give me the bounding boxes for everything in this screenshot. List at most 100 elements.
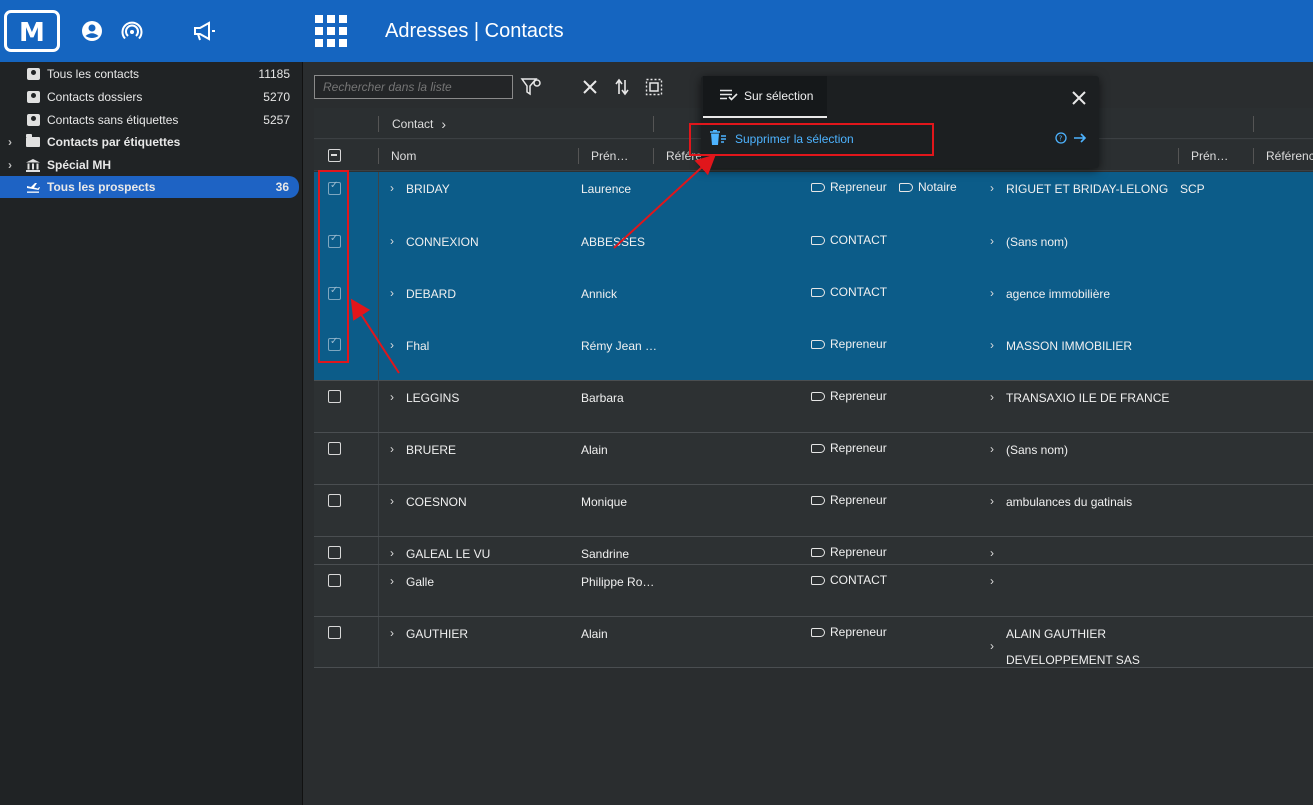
table-row[interactable]: › GALEAL LE VU Sandrine Repreneur › bbox=[314, 537, 1313, 565]
expand-row-icon[interactable]: › bbox=[390, 234, 394, 248]
broadcast-icon[interactable] bbox=[119, 18, 145, 44]
cell-prenom: Philippe Ro… bbox=[581, 575, 655, 589]
help-icon[interactable]: ? bbox=[1055, 132, 1067, 147]
cell-prenom: Barbara bbox=[581, 391, 624, 405]
filter-settings-icon[interactable] bbox=[520, 76, 542, 98]
tag-badge[interactable]: Repreneur bbox=[811, 493, 887, 507]
sidebar-item-label: Spécial MH bbox=[47, 158, 112, 172]
user-account-icon[interactable] bbox=[79, 18, 105, 44]
cell-prenom: Rémy Jean … bbox=[581, 339, 658, 353]
expand-company-icon[interactable]: › bbox=[990, 546, 994, 560]
chevron-right-icon[interactable]: › bbox=[8, 135, 20, 149]
tag-badge[interactable]: Repreneur bbox=[811, 389, 887, 403]
tag-badge[interactable]: CONTACT bbox=[811, 233, 887, 247]
sidebar-item-untagged-contacts[interactable]: Contacts sans étiquettes 5257 bbox=[0, 109, 300, 131]
clear-selection-icon[interactable] bbox=[579, 76, 601, 98]
expand-company-icon[interactable]: › bbox=[990, 234, 994, 248]
cell-prenom: Alain bbox=[581, 443, 608, 457]
megaphone-icon[interactable] bbox=[191, 18, 217, 44]
tag-badge[interactable]: CONTACT bbox=[811, 573, 887, 587]
column-header-prenom[interactable]: Prén… bbox=[591, 140, 628, 171]
expand-company-icon[interactable]: › bbox=[990, 494, 994, 508]
tag-badge[interactable]: CONTACT bbox=[811, 285, 887, 299]
page-title: Adresses | Contacts bbox=[385, 20, 564, 42]
tag-icon bbox=[811, 339, 825, 349]
tag-icon bbox=[811, 287, 825, 297]
expand-company-icon[interactable]: › bbox=[990, 442, 994, 456]
expand-row-icon[interactable]: › bbox=[390, 390, 394, 404]
airplane-icon bbox=[26, 180, 40, 194]
table-row[interactable]: › GAUTHIER Alain Repreneur › ALAIN GAUTH… bbox=[314, 617, 1313, 668]
tag-badge[interactable]: Repreneur bbox=[811, 625, 887, 639]
sidebar-item-all-prospects[interactable]: Tous les prospects 36 bbox=[0, 176, 299, 198]
expand-company-icon[interactable]: › bbox=[990, 286, 994, 300]
row-checkbox[interactable] bbox=[328, 574, 341, 587]
column-header-prenom-2[interactable]: Prén… bbox=[1191, 140, 1228, 171]
row-checkbox[interactable] bbox=[328, 494, 341, 507]
expand-company-icon[interactable]: › bbox=[990, 639, 994, 653]
main-content: Contact › Nom Prén… Référe Prén… Référen… bbox=[314, 62, 1313, 805]
search-input[interactable] bbox=[314, 75, 513, 99]
table-row[interactable]: › LEGGINS Barbara Repreneur › TRANSAXIO … bbox=[314, 381, 1313, 433]
table-row[interactable]: › BRIDAY Laurence Repreneur Notaire › RI… bbox=[314, 172, 1313, 224]
column-header-reference-2[interactable]: Référenc bbox=[1266, 140, 1313, 171]
expand-row-icon[interactable]: › bbox=[390, 181, 394, 195]
expand-row-icon[interactable]: › bbox=[390, 574, 394, 588]
table-row[interactable]: › Fhal Rémy Jean … Repreneur › MASSON IM… bbox=[314, 328, 1313, 381]
close-icon[interactable] bbox=[1071, 86, 1087, 112]
sidebar-item-label: Tous les prospects bbox=[47, 180, 156, 194]
tag-icon bbox=[811, 575, 825, 585]
expand-company-icon[interactable]: › bbox=[990, 181, 994, 195]
table-row[interactable]: › COESNON Monique Repreneur › ambulances… bbox=[314, 485, 1313, 537]
expand-company-icon[interactable]: › bbox=[990, 574, 994, 588]
expand-company-icon[interactable]: › bbox=[990, 338, 994, 352]
row-checkbox[interactable] bbox=[328, 546, 341, 559]
sidebar-item-dossier-contacts[interactable]: Contacts dossiers 5270 bbox=[0, 86, 300, 108]
expand-row-icon[interactable]: › bbox=[390, 442, 394, 456]
row-checkbox[interactable] bbox=[328, 390, 341, 403]
expand-row-icon[interactable]: › bbox=[390, 286, 394, 300]
contacts-grid: Contact › Nom Prén… Référe Prén… Référen… bbox=[314, 108, 1313, 668]
tag-badge[interactable]: Repreneur bbox=[811, 441, 887, 455]
row-checkbox[interactable] bbox=[328, 626, 341, 639]
tag-badge[interactable]: Repreneur bbox=[811, 337, 887, 351]
cell-societe: TRANSAXIO ILE DE FRANCE bbox=[1006, 391, 1170, 405]
sidebar-item-special-mh[interactable]: › Spécial MH bbox=[0, 154, 300, 176]
apps-grid-icon[interactable] bbox=[315, 15, 347, 47]
tab-label: Sur sélection bbox=[744, 89, 814, 103]
sidebar-item-all-contacts[interactable]: Tous les contacts 11185 bbox=[0, 63, 300, 85]
expand-row-icon[interactable]: › bbox=[390, 494, 394, 508]
tab-on-selection[interactable]: Sur sélection bbox=[703, 76, 827, 118]
group-header-contact[interactable]: Contact › bbox=[392, 108, 446, 139]
sidebar-item-count: 5270 bbox=[263, 90, 290, 104]
table-row[interactable]: › BRUERE Alain Repreneur › (Sans nom) bbox=[314, 433, 1313, 485]
arrow-right-icon[interactable] bbox=[1073, 131, 1087, 148]
tag-badge[interactable]: Repreneur bbox=[811, 545, 887, 559]
tag-badge[interactable]: Notaire bbox=[899, 180, 957, 194]
row-checkbox[interactable] bbox=[328, 442, 341, 455]
expand-row-icon[interactable]: › bbox=[390, 626, 394, 640]
table-row[interactable]: › DEBARD Annick CONTACT › agence immobil… bbox=[314, 276, 1313, 328]
expand-company-icon[interactable]: › bbox=[990, 390, 994, 404]
contact-card-icon bbox=[26, 67, 40, 81]
tag-icon bbox=[811, 182, 825, 192]
select-all-checkbox[interactable] bbox=[328, 149, 341, 162]
cell-extra: SCP bbox=[1180, 182, 1205, 196]
expand-row-icon[interactable]: › bbox=[390, 338, 394, 352]
chevron-right-icon[interactable]: › bbox=[8, 158, 20, 172]
expand-row-icon[interactable]: › bbox=[390, 546, 394, 560]
sidebar-item-contacts-by-tag[interactable]: › Contacts par étiquettes bbox=[0, 131, 300, 153]
cell-societe-line2: DEVELOPPEMENT SAS bbox=[1006, 653, 1140, 667]
column-header-nom[interactable]: Nom bbox=[391, 140, 416, 171]
cell-societe: ALAIN GAUTHIER bbox=[1006, 627, 1107, 641]
cell-nom: GAUTHIER bbox=[406, 627, 469, 641]
sidebar-item-label: Contacts dossiers bbox=[47, 90, 143, 104]
app-logo[interactable]: M bbox=[4, 10, 60, 52]
chevron-right-icon: › bbox=[441, 115, 447, 132]
tag-badge[interactable]: Repreneur bbox=[811, 180, 887, 194]
table-row[interactable]: › CONNEXION ABBESSES CONTACT › (Sans nom… bbox=[314, 224, 1313, 276]
cell-prenom: Alain bbox=[581, 627, 608, 641]
sort-icon[interactable] bbox=[611, 76, 633, 98]
table-row[interactable]: › Galle Philippe Ro… CONTACT › bbox=[314, 565, 1313, 617]
select-all-icon[interactable] bbox=[643, 76, 665, 98]
